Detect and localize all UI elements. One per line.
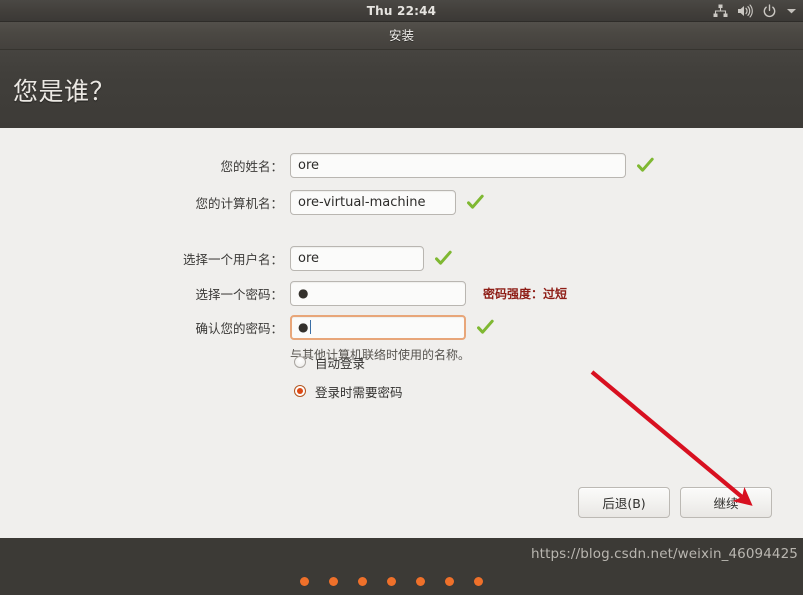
full-name-field-wrap: ore [290,152,654,178]
username-input[interactable]: ore [290,245,424,271]
watermark-text: https://blog.csdn.net/weixin_46094425 [531,546,798,562]
radio-button[interactable] [294,385,306,397]
username-value: ore [298,250,320,266]
login-option-label: 登录时需要密码 [315,384,403,400]
computer-name-field-wrap: ore-virtual-machine [290,189,484,215]
heading-band: 您是谁？ [0,50,803,128]
progress-dot [387,577,396,586]
password-strength-text: 密码强度：过短 [483,286,568,301]
computer-name-label: 您的计算机名： [195,195,283,211]
full-name-value: ore [298,157,320,173]
valid-check-icon [467,194,484,209]
valid-check-icon [435,250,452,265]
confirm-password-value: ● [298,320,310,334]
full-name-input[interactable]: ore [290,152,626,178]
network-icon[interactable] [713,4,728,18]
progress-dot [474,577,483,586]
volume-icon[interactable] [737,4,753,18]
window-titlebar: 安装 [0,22,803,50]
continue-button[interactable]: 继续 [680,487,772,518]
form-row-username: 选择一个用户名： ore [0,244,803,272]
valid-check-icon [637,157,654,172]
login-option-0[interactable]: 自动登录 [294,353,365,371]
progress-dot [329,577,338,586]
progress-dot [445,577,454,586]
form-row-password: 选择一个密码： ● 密码强度：过短 [0,279,803,307]
password-field-wrap: ● 密码强度：过短 [290,280,568,306]
computer-name-input[interactable]: ore-virtual-machine [290,189,456,215]
chevron-down-icon[interactable] [786,7,797,15]
password-input[interactable]: ● [290,280,466,306]
progress-dot [416,577,425,586]
computer-name-value: ore-virtual-machine [298,194,426,210]
login-option-label: 自动登录 [315,355,366,371]
back-button[interactable]: 后退(B) [578,487,670,518]
window-title: 安装 [388,28,414,43]
password-label: 选择一个密码： [195,286,283,302]
installer-content: 您的姓名： ore 您的计算机名： ore-virtual-machine 选择一个用户… [0,128,803,538]
progress-dot [358,577,367,586]
confirm-password-input[interactable]: ● [290,314,466,340]
valid-check-icon [477,319,494,334]
username-label: 选择一个用户名： [182,251,283,267]
progress-dot [300,577,309,586]
system-panel: Thu 22:44 [0,0,803,22]
panel-clock[interactable]: Thu 22:44 [0,0,803,22]
full-name-label: 您的姓名： [220,158,283,174]
installer-screen: Thu 22:44 安装 您是谁？ 您的姓名： ore 您的计算机名： ore-… [0,0,803,595]
bottom-bar: https://blog.csdn.net/weixin_46094425 [0,538,803,595]
power-icon[interactable] [762,3,777,19]
form-row-computer-name: 您的计算机名： ore-virtual-machine [0,188,803,216]
panel-tray [713,0,797,22]
text-caret [310,320,312,334]
password-value: ● [298,286,310,300]
progress-dots [300,577,483,586]
confirm-password-field-wrap: ● [290,314,494,340]
form-row-confirm-password: 确认您的密码： ● [0,313,803,341]
page-title: 您是谁？ [13,77,116,106]
login-option-1[interactable]: 登录时需要密码 [294,382,403,400]
confirm-password-label: 确认您的密码： [195,320,283,336]
radio-button[interactable] [294,356,306,368]
username-field-wrap: ore [290,245,452,271]
form-row-full-name: 您的姓名： ore [0,151,803,179]
